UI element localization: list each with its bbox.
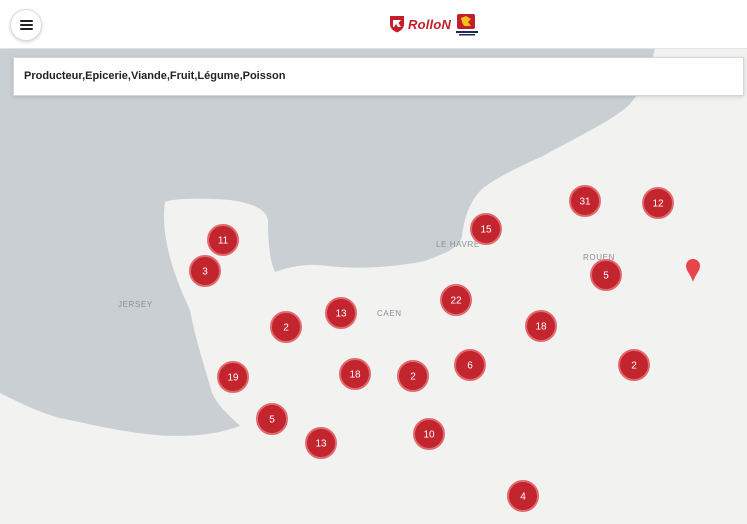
map-cluster[interactable]: 13 bbox=[325, 297, 357, 329]
map-label-jersey: JERSEY bbox=[118, 300, 153, 309]
map-label-le-havre: LE HAVRE bbox=[436, 240, 480, 249]
map-cluster-count: 18 bbox=[535, 322, 547, 333]
map-cluster[interactable]: 12 bbox=[642, 187, 674, 219]
menu-button[interactable] bbox=[10, 9, 42, 41]
hamburger-menu-icon bbox=[19, 18, 33, 32]
map-cluster[interactable]: 4 bbox=[507, 480, 539, 512]
map-cluster[interactable]: 18 bbox=[339, 358, 371, 390]
map-cluster-count: 2 bbox=[631, 361, 637, 372]
map-cluster-count: 12 bbox=[652, 199, 664, 210]
map-cluster-count: 6 bbox=[467, 361, 473, 372]
normandie-region-logo-icon[interactable] bbox=[454, 13, 480, 37]
map-cluster-count: 5 bbox=[269, 415, 275, 426]
search-filter-value: Producteur,Epicerie,Viande,Fruit,Légume,… bbox=[24, 70, 286, 82]
map-cluster[interactable]: 19 bbox=[217, 361, 249, 393]
rollon-logo[interactable]: RolloN bbox=[389, 15, 451, 33]
brand-wordmark: RolloN bbox=[408, 16, 452, 32]
app-header: RolloN bbox=[0, 0, 747, 49]
map-cluster[interactable]: 31 bbox=[569, 185, 601, 217]
map-cluster-count: 3 bbox=[202, 267, 208, 278]
map-cluster-count: 10 bbox=[423, 430, 435, 441]
map-cluster[interactable]: 6 bbox=[454, 349, 486, 381]
map-cluster[interactable]: 10 bbox=[413, 418, 445, 450]
map-cluster-count: 13 bbox=[315, 439, 327, 450]
map-cluster-count: 19 bbox=[227, 373, 239, 384]
map-cluster-count: 18 bbox=[349, 370, 361, 381]
map-label-caen: CAEN bbox=[377, 309, 402, 318]
map-cluster[interactable]: 13 bbox=[305, 427, 337, 459]
map-cluster-count: 2 bbox=[410, 372, 416, 383]
map-cluster[interactable]: 15 bbox=[470, 213, 502, 245]
map-cluster[interactable]: 2 bbox=[270, 311, 302, 343]
map-cluster-count: 5 bbox=[603, 271, 609, 282]
map-cluster[interactable]: 22 bbox=[440, 284, 472, 316]
map-cluster[interactable]: 18 bbox=[525, 310, 557, 342]
rollon-shield-icon bbox=[390, 16, 404, 33]
map-cluster[interactable]: 2 bbox=[618, 349, 650, 381]
map-cluster[interactable]: 5 bbox=[256, 403, 288, 435]
map-cluster-count: 13 bbox=[335, 309, 347, 320]
map-cluster[interactable]: 3 bbox=[189, 255, 221, 287]
map-cluster[interactable]: 5 bbox=[590, 259, 622, 291]
search-filter-bar[interactable]: Producteur,Epicerie,Viande,Fruit,Légume,… bbox=[13, 57, 744, 96]
map-cluster-count: 15 bbox=[480, 225, 492, 236]
map-cluster-count: 11 bbox=[218, 236, 229, 247]
map-cluster-count: 31 bbox=[579, 197, 591, 208]
map-cluster-count: 22 bbox=[450, 296, 462, 307]
map-cluster-count: 2 bbox=[283, 323, 289, 334]
map-cluster[interactable]: 11 bbox=[207, 224, 239, 256]
map-view[interactable]: JERSEY LE HAVRE CAEN ROUEN 11 3 2 13 15 … bbox=[0, 48, 747, 524]
map-cluster[interactable]: 2 bbox=[397, 360, 429, 392]
map-cluster-count: 4 bbox=[520, 492, 526, 503]
